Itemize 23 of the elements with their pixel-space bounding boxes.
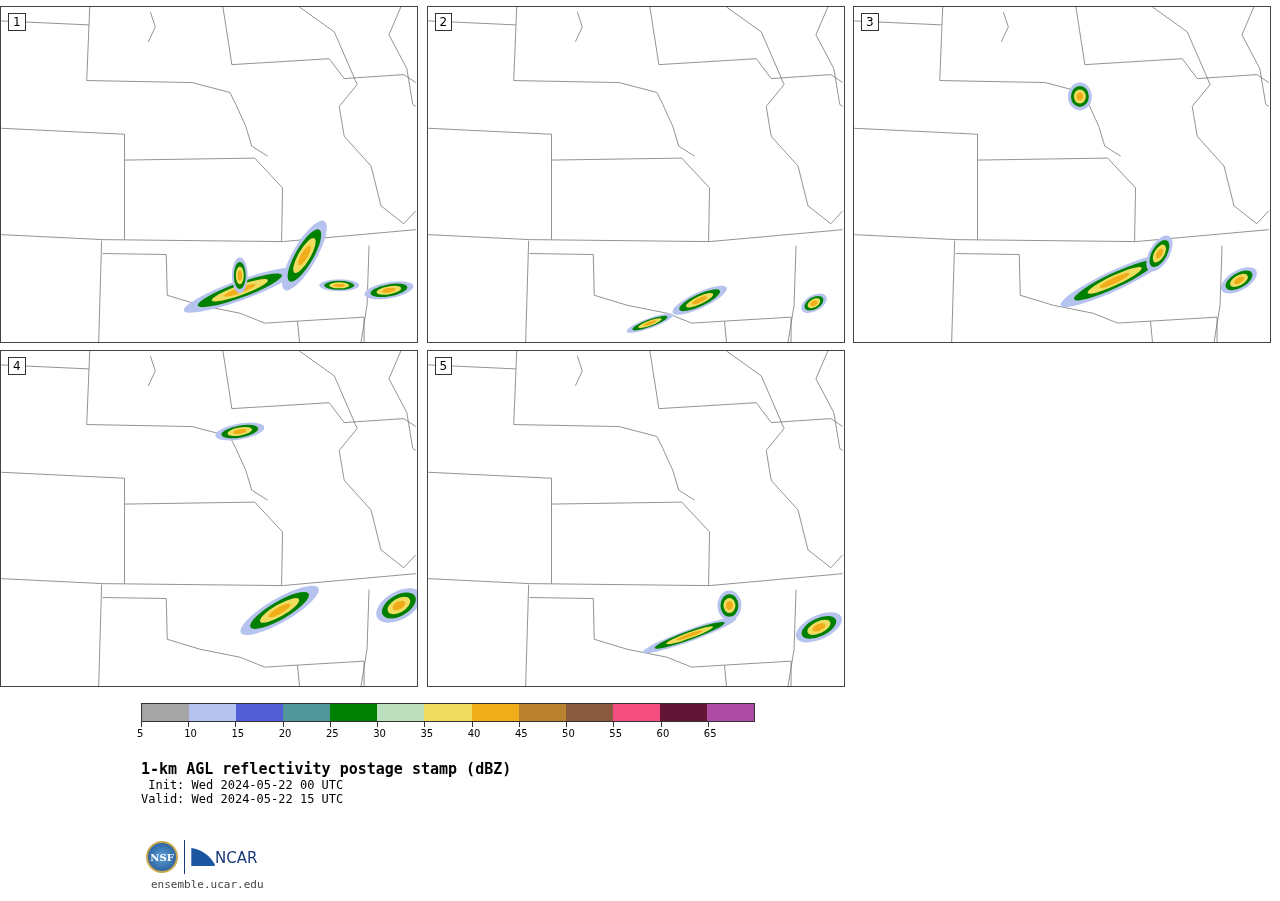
tick-label: 65: [703, 728, 717, 739]
tick-label: 35: [420, 728, 434, 739]
tick-label: 45: [514, 728, 528, 739]
valid-time: Valid: Wed 2024-05-22 15 UTC: [141, 792, 345, 806]
tick-label: 25: [325, 728, 339, 739]
tick-label: 10: [184, 728, 197, 739]
tick-label: 60: [656, 728, 670, 739]
tick-label: 50: [562, 728, 575, 739]
tick-label: 20: [278, 728, 292, 739]
nsf-logo: NSF: [146, 841, 178, 873]
chart-title: 1-km AGL reflectivity postage stamp (dBZ): [141, 760, 513, 778]
tick-label: 30: [373, 728, 386, 739]
tick-label: 5: [137, 728, 144, 739]
panel-number: 1: [8, 13, 26, 31]
swoosh-icon: [191, 848, 215, 866]
panel-number: 4: [8, 357, 26, 375]
tick-label: 40: [467, 728, 481, 739]
tick-label: 55: [609, 728, 623, 739]
panel-number: 3: [861, 13, 879, 31]
init-time: Init: Wed 2024-05-22 00 UTC: [147, 778, 345, 792]
ncar-logo: NCAR: [215, 849, 258, 867]
tick-label: 15: [231, 728, 245, 739]
site-url: ensemble.ucar.edu: [151, 878, 265, 891]
